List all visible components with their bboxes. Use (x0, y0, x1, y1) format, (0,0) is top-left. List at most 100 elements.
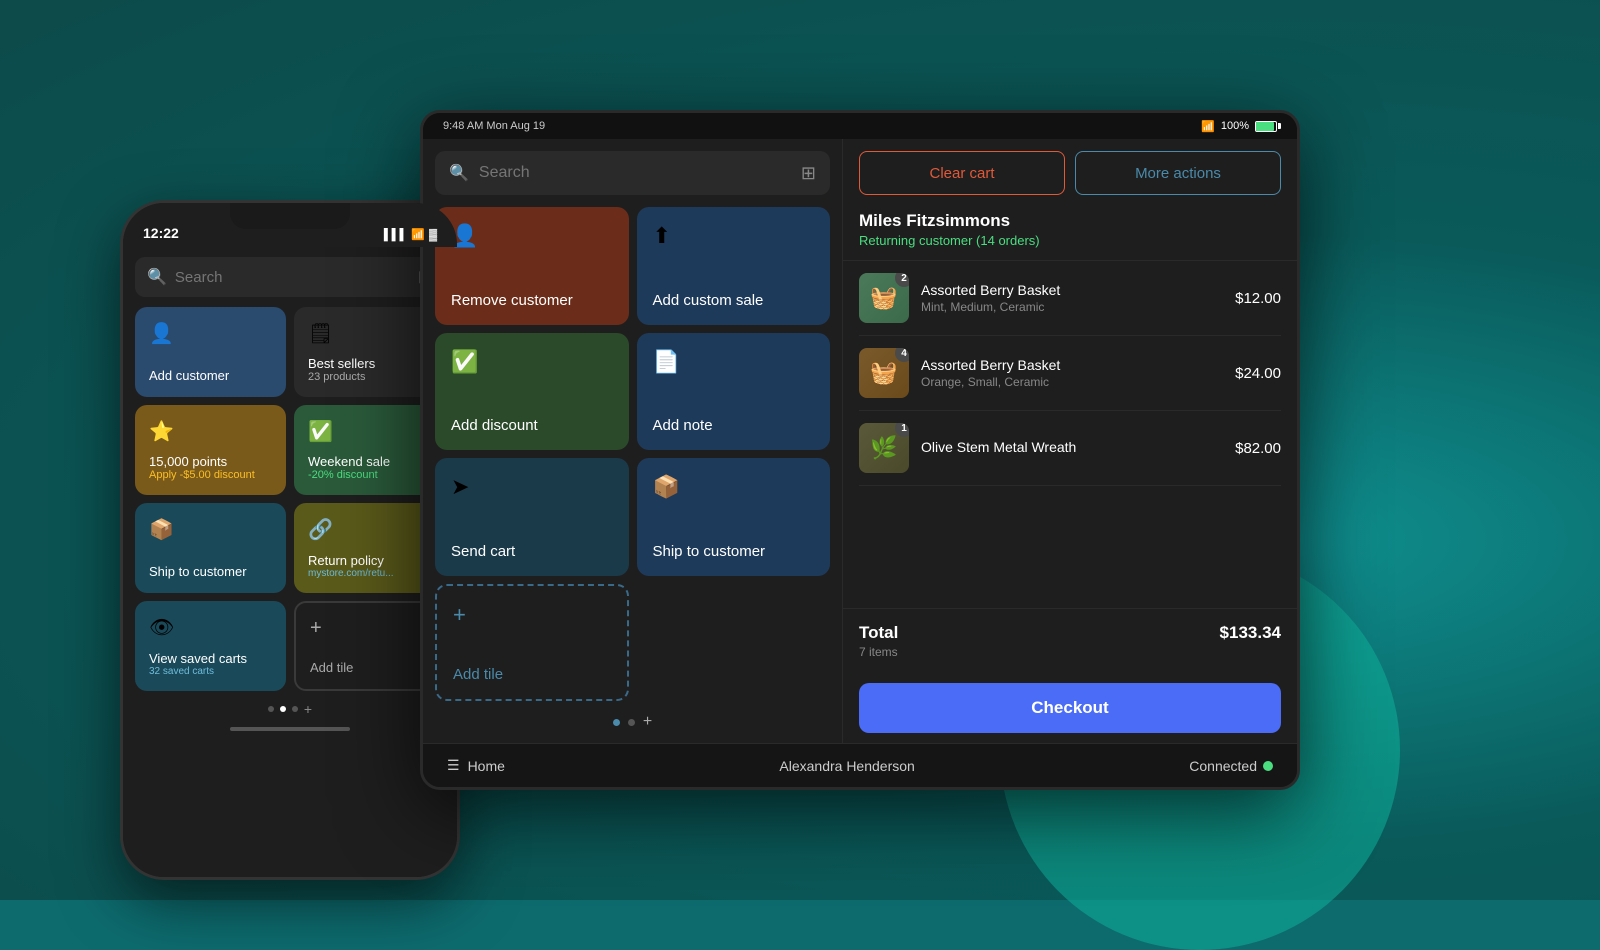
send-icon: ➤ (451, 474, 613, 500)
cart-item-name: Assorted Berry Basket (921, 357, 1223, 373)
tablet-search-input[interactable] (479, 164, 791, 182)
tablet-tile-add-note[interactable]: 📄 Add note (637, 333, 831, 451)
upload-icon: ⬆ (653, 223, 815, 249)
cart-item-details: Olive Stem Metal Wreath (921, 439, 1223, 457)
footer-connected: Connected (1189, 758, 1273, 774)
battery-icon: ▓ (429, 229, 437, 241)
link-icon: 🔗 (308, 517, 431, 542)
phone-status-icons: ▌▌▌ 📶 ▓ (384, 228, 437, 241)
phone-tile-sale-sublabel: -20% discount (308, 469, 431, 481)
clear-cart-button[interactable]: Clear cart (859, 151, 1065, 195)
cart-item: 2 Assorted Berry Basket Mint, Medium, Ce… (859, 261, 1281, 336)
cart-item-qty-badge: 1 (895, 423, 909, 437)
phone-tile-ship-customer[interactable]: 📦 Ship to customer (135, 503, 286, 593)
phone-tile-points-label: 15,000 points (149, 454, 272, 469)
cart-item-details: Assorted Berry Basket Mint, Medium, Cera… (921, 282, 1223, 314)
footer-user: Alexandra Henderson (779, 758, 914, 774)
cart-header: Clear cart More actions (843, 139, 1297, 207)
tablet-tile-send-cart[interactable]: ➤ Send cart (435, 458, 629, 576)
eye-icon: 👁 (149, 615, 272, 640)
menu-icon: ☰ (447, 757, 460, 774)
cart-item-price: $24.00 (1235, 365, 1281, 382)
person-icon: 👤 (149, 321, 272, 346)
tablet-tile-add[interactable]: + Add tile (435, 584, 629, 702)
tablet-footer: ☰ Home Alexandra Henderson Connected (423, 743, 1297, 787)
ship-customer-label: Ship to customer (653, 543, 815, 560)
plus-icon: + (310, 617, 429, 640)
phone-tile-add-customer[interactable]: 👤 Add customer (135, 307, 286, 397)
tablet-search-bar[interactable]: 🔍 ⊞ (435, 151, 830, 195)
tablet-tile-add-discount[interactable]: ✅ Add discount (435, 333, 629, 451)
phone-time: 12:22 (143, 225, 179, 241)
cart-item-image: 2 (859, 273, 909, 323)
page-dot-2 (280, 706, 286, 712)
customer-name: Miles Fitzsimmons (859, 211, 1281, 231)
phone-add-tile-label: Add tile (310, 660, 429, 675)
cart-item-qty-badge: 4 (895, 348, 909, 362)
phone-device: 12:22 ▌▌▌ 📶 ▓ 🔍 ⊞ 👤 Add customer 🗒 (120, 200, 460, 880)
cart-item-image: 1 (859, 423, 909, 473)
cart-item-qty-badge: 2 (895, 273, 909, 287)
tablet-tile-custom-sale[interactable]: ⬆ Add custom sale (637, 207, 831, 325)
tablet-tile-remove-customer[interactable]: 👤 Remove customer (435, 207, 629, 325)
tablet-tile-grid: 👤 Remove customer ⬆ Add custom sale ✅ Ad… (423, 207, 842, 701)
page-add-btn[interactable]: + (643, 713, 652, 731)
signal-icon: ▌▌▌ (384, 229, 407, 241)
phone-search-bar[interactable]: 🔍 ⊞ (135, 257, 445, 297)
total-label: Total (859, 623, 898, 643)
phone-tile-return-label: Return policy (308, 553, 431, 568)
cart-item-image: 4 (859, 348, 909, 398)
cart-item: 1 Olive Stem Metal Wreath $82.00 (859, 411, 1281, 486)
cart-total-row: Total 7 items $133.34 (859, 623, 1281, 659)
tablet-left-panel: 🔍 ⊞ 👤 Remove customer ⬆ Add custom sale (423, 139, 843, 743)
cart-item: 4 Assorted Berry Basket Orange, Small, C… (859, 336, 1281, 411)
footer-home[interactable]: ☰ Home (447, 757, 505, 774)
items-count: 7 items (859, 645, 898, 659)
note-icon: 📄 (653, 349, 815, 375)
wifi-icon: 📶 (1201, 120, 1215, 133)
phone-saved-carts-label: View saved carts (149, 651, 272, 666)
phone-tile-points[interactable]: ⭐ 15,000 points Apply -$5.00 discount (135, 405, 286, 495)
customer-section: Miles Fitzsimmons Returning customer (14… (843, 207, 1297, 261)
cart-item-details: Assorted Berry Basket Orange, Small, Cer… (921, 357, 1223, 389)
ship-icon: 📦 (653, 474, 815, 500)
cart-items-list: 2 Assorted Berry Basket Mint, Medium, Ce… (843, 261, 1297, 608)
battery-percent: 100% (1221, 120, 1249, 132)
phone-tile-ship-label: Ship to customer (149, 564, 272, 579)
cart-item-price: $82.00 (1235, 440, 1281, 457)
phone-tile-points-sublabel: Apply -$5.00 discount (149, 469, 272, 481)
add-note-label: Add note (653, 417, 815, 434)
cart-total-section: Total 7 items $133.34 (843, 608, 1297, 673)
tablet-status-bar: 9:48 AM Mon Aug 19 📶 100% (423, 113, 1297, 139)
tablet-right-panel: Clear cart More actions Miles Fitzsimmon… (843, 139, 1297, 743)
add-tile-label: Add tile (453, 666, 611, 683)
tablet-device: 9:48 AM Mon Aug 19 📶 100% 🔍 ⊞ (420, 110, 1300, 790)
tablet-pagination: + (423, 701, 842, 743)
phone-tile-label: Best sellers (308, 356, 431, 371)
plus-icon: + (453, 602, 611, 628)
star-icon: ⭐ (149, 419, 272, 444)
phone-saved-carts-sublabel: 32 saved carts (149, 666, 272, 677)
more-actions-button[interactable]: More actions (1075, 151, 1281, 195)
page-add-icon[interactable]: + (304, 701, 312, 717)
barcode-scan-icon[interactable]: ⊞ (801, 163, 816, 184)
phone-pagination: + (123, 691, 457, 721)
custom-sale-label: Add custom sale (653, 292, 815, 309)
total-price: $133.34 (1220, 623, 1281, 643)
page-dot-1 (268, 706, 274, 712)
cart-item-variant: Mint, Medium, Ceramic (921, 300, 1223, 314)
phone-tile-saved-carts[interactable]: 👁 View saved carts 32 saved carts (135, 601, 286, 691)
check-icon: ✅ (308, 419, 431, 444)
cart-item-name: Assorted Berry Basket (921, 282, 1223, 298)
tablet-body: 🔍 ⊞ 👤 Remove customer ⬆ Add custom sale (423, 139, 1297, 743)
cart-item-variant: Orange, Small, Ceramic (921, 375, 1223, 389)
cart-item-price: $12.00 (1235, 290, 1281, 307)
tablet-tile-ship-customer[interactable]: 📦 Ship to customer (637, 458, 831, 576)
tablet-battery-info: 📶 100% (1201, 120, 1277, 133)
customer-status: Returning customer (14 orders) (859, 233, 1281, 248)
search-icon: 🔍 (147, 267, 167, 287)
cart-item-name: Olive Stem Metal Wreath (921, 439, 1223, 455)
checkout-button[interactable]: Checkout (859, 683, 1281, 733)
phone-search-input[interactable] (175, 269, 410, 286)
phone-tile-return-sublabel: mystore.com/retu... (308, 568, 431, 579)
